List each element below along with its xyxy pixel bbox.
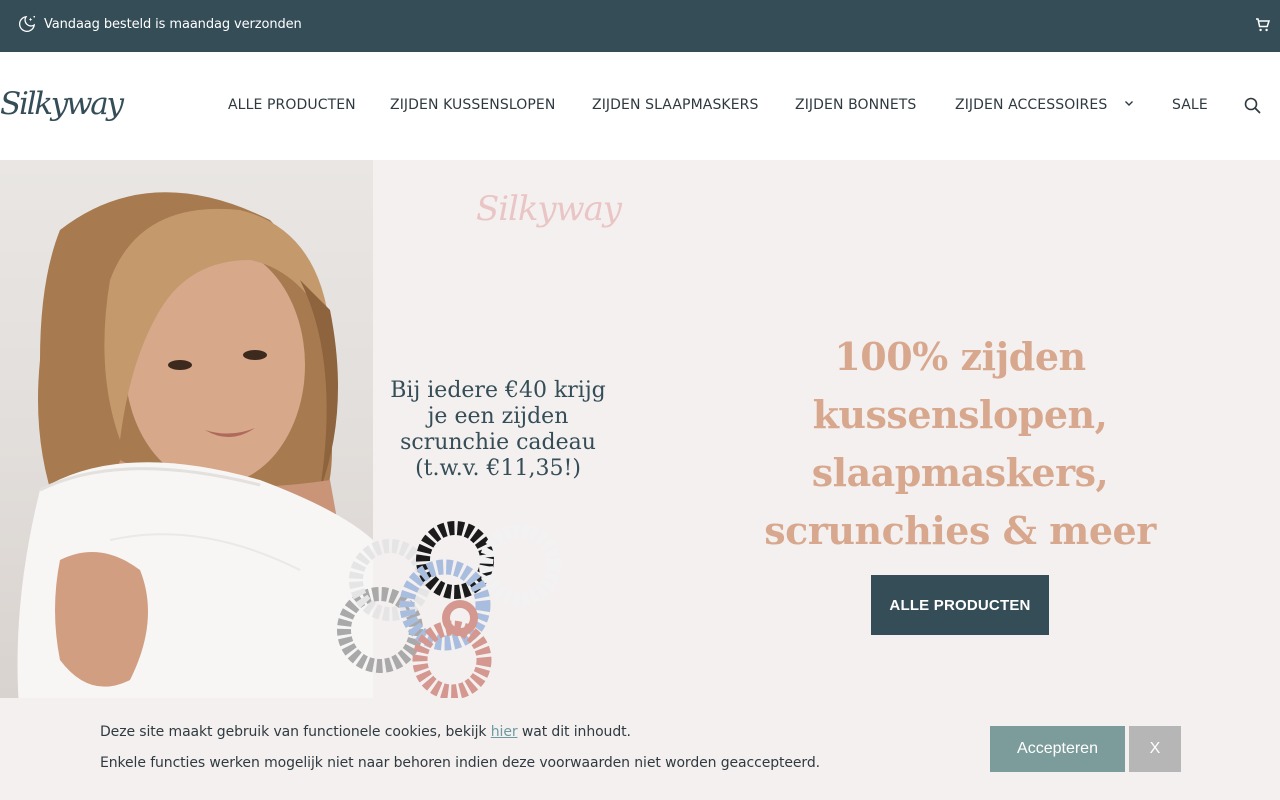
- svg-text:Silkyway: Silkyway: [0, 86, 124, 122]
- moon-stars-icon: [19, 15, 36, 32]
- headline-line: slaapmaskers,: [811, 450, 1109, 495]
- accept-cookies-button[interactable]: Accepteren: [990, 726, 1125, 772]
- announcement-text: Vandaag besteld is maandag verzonden: [44, 17, 302, 32]
- promo-line: je een zijden: [427, 404, 569, 429]
- cookie-text-line2: Enkele functies werken mogelijk niet naa…: [100, 755, 820, 771]
- promo-text: Bij iedere €40 krijg je een zijden scrun…: [390, 378, 606, 482]
- nav-all-products[interactable]: ALLE PRODUCTEN: [228, 97, 356, 113]
- nav-sale[interactable]: SALE: [1172, 97, 1208, 113]
- scrunchies-image: [337, 521, 561, 700]
- hero-photo-woman-with-pillow: [0, 160, 373, 720]
- headline-line: 100% zijden: [834, 334, 1086, 379]
- chevron-down-icon: [1124, 101, 1133, 106]
- hero-headline: 100% zijden kussenslopen, slaapmaskers, …: [760, 328, 1160, 560]
- headline-line: scrunchies & meer: [764, 508, 1156, 553]
- cookie-text-after-link: wat dit inhoudt.: [517, 724, 631, 740]
- cart-icon[interactable]: [1255, 17, 1271, 33]
- cookie-text-line1: Deze site maakt gebruik van functionele …: [100, 724, 631, 740]
- cookie-info-link[interactable]: hier: [491, 724, 518, 740]
- nav-silk-pillowcases[interactable]: ZIJDEN KUSSENSLOPEN: [390, 97, 555, 113]
- headline-line: kussenslopen,: [812, 392, 1108, 437]
- nav-silk-sleep-masks[interactable]: ZIJDEN SLAAPMASKERS: [592, 97, 758, 113]
- promo-line: scrunchie cadeau: [400, 430, 596, 455]
- site-logo[interactable]: Silkyway: [0, 78, 128, 128]
- site-header: Silkyway ALLE PRODUCTEN ZIJDEN KUSSENSLO…: [0, 52, 1280, 160]
- nav-silk-accessories[interactable]: ZIJDEN ACCESSOIRES: [955, 97, 1134, 113]
- nav-silk-accessories-label: ZIJDEN ACCESSOIRES: [955, 97, 1108, 113]
- promo-line: (t.w.v. €11,35!): [415, 456, 581, 481]
- nav-silk-bonnets[interactable]: ZIJDEN BONNETS: [795, 97, 916, 113]
- all-products-button[interactable]: ALLE PRODUCTEN: [871, 575, 1049, 635]
- cookie-text-before-link: Deze site maakt gebruik van functionele …: [100, 724, 491, 740]
- promo-line: Bij iedere €40 krijg: [390, 378, 606, 403]
- cookie-banner: Deze site maakt gebruik van functionele …: [0, 698, 1280, 800]
- search-icon[interactable]: [1244, 97, 1261, 114]
- svg-text:Silkyway: Silkyway: [476, 189, 623, 229]
- hero-watermark-logo: Silkyway: [476, 189, 623, 229]
- close-cookies-button[interactable]: X: [1129, 726, 1181, 772]
- announcement-bar: Vandaag besteld is maandag verzonden: [0, 0, 1280, 52]
